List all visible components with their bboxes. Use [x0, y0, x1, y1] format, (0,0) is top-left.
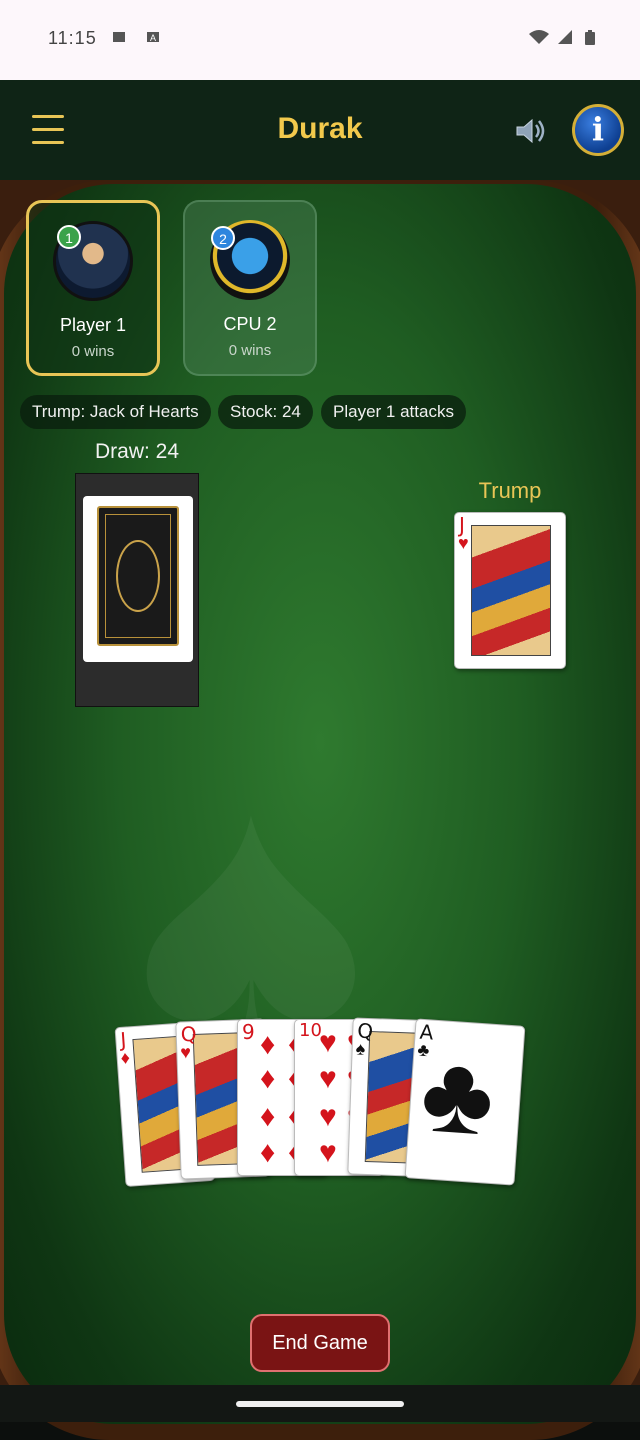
player-panel-1[interactable]: 1 Player 1 0 wins [26, 200, 160, 376]
speaker-icon[interactable] [514, 116, 548, 146]
status-time: 11:15 [48, 28, 97, 48]
trump-chip: Trump: Jack of Hearts [20, 395, 211, 429]
hand-card-ace-clubs[interactable]: A ♣ ♣ [404, 1018, 526, 1186]
cell-signal-icon [558, 30, 572, 44]
player-badge: 2 [211, 226, 235, 250]
card-suit: ♥ [458, 533, 469, 553]
player-panel-2[interactable]: 2 CPU 2 0 wins [183, 200, 317, 376]
player-wins: 0 wins [71, 343, 115, 360]
card-suit: ♥ [180, 1042, 192, 1063]
wifi-icon [529, 30, 549, 44]
draw-pile[interactable] [75, 473, 199, 707]
info-icon: i [591, 110, 605, 148]
club-icon: ♣ [417, 1031, 498, 1159]
battery-icon [585, 30, 595, 45]
status-bar: 11:15 A [0, 0, 640, 80]
card-suit: ♦ [119, 1047, 131, 1068]
a-notification-icon: A [147, 32, 159, 43]
card-rank: 9 [242, 1020, 255, 1044]
card-suit: ♠ [355, 1038, 366, 1059]
sd-card-icon [113, 32, 125, 42]
player-name: Player 1 [59, 315, 127, 335]
card-back [83, 496, 193, 662]
player-wins: 0 wins [228, 342, 272, 359]
player-badge: 1 [57, 225, 81, 249]
svg-text:A: A [150, 33, 156, 43]
stock-chip: Stock: 24 [218, 395, 313, 429]
home-indicator[interactable] [236, 1401, 404, 1407]
player-name: CPU 2 [223, 314, 277, 334]
trump-card: J ♥ [454, 512, 566, 669]
card-suit: ♥ [319, 1026, 337, 1059]
card-suit: ♦ [260, 1028, 276, 1061]
turn-chip: Player 1 attacks [321, 395, 466, 429]
draw-label: Draw: 24 [94, 440, 180, 463]
end-game-button[interactable]: End Game [250, 1314, 390, 1372]
trump-label: Trump [478, 478, 542, 503]
info-button[interactable]: i [572, 104, 624, 156]
